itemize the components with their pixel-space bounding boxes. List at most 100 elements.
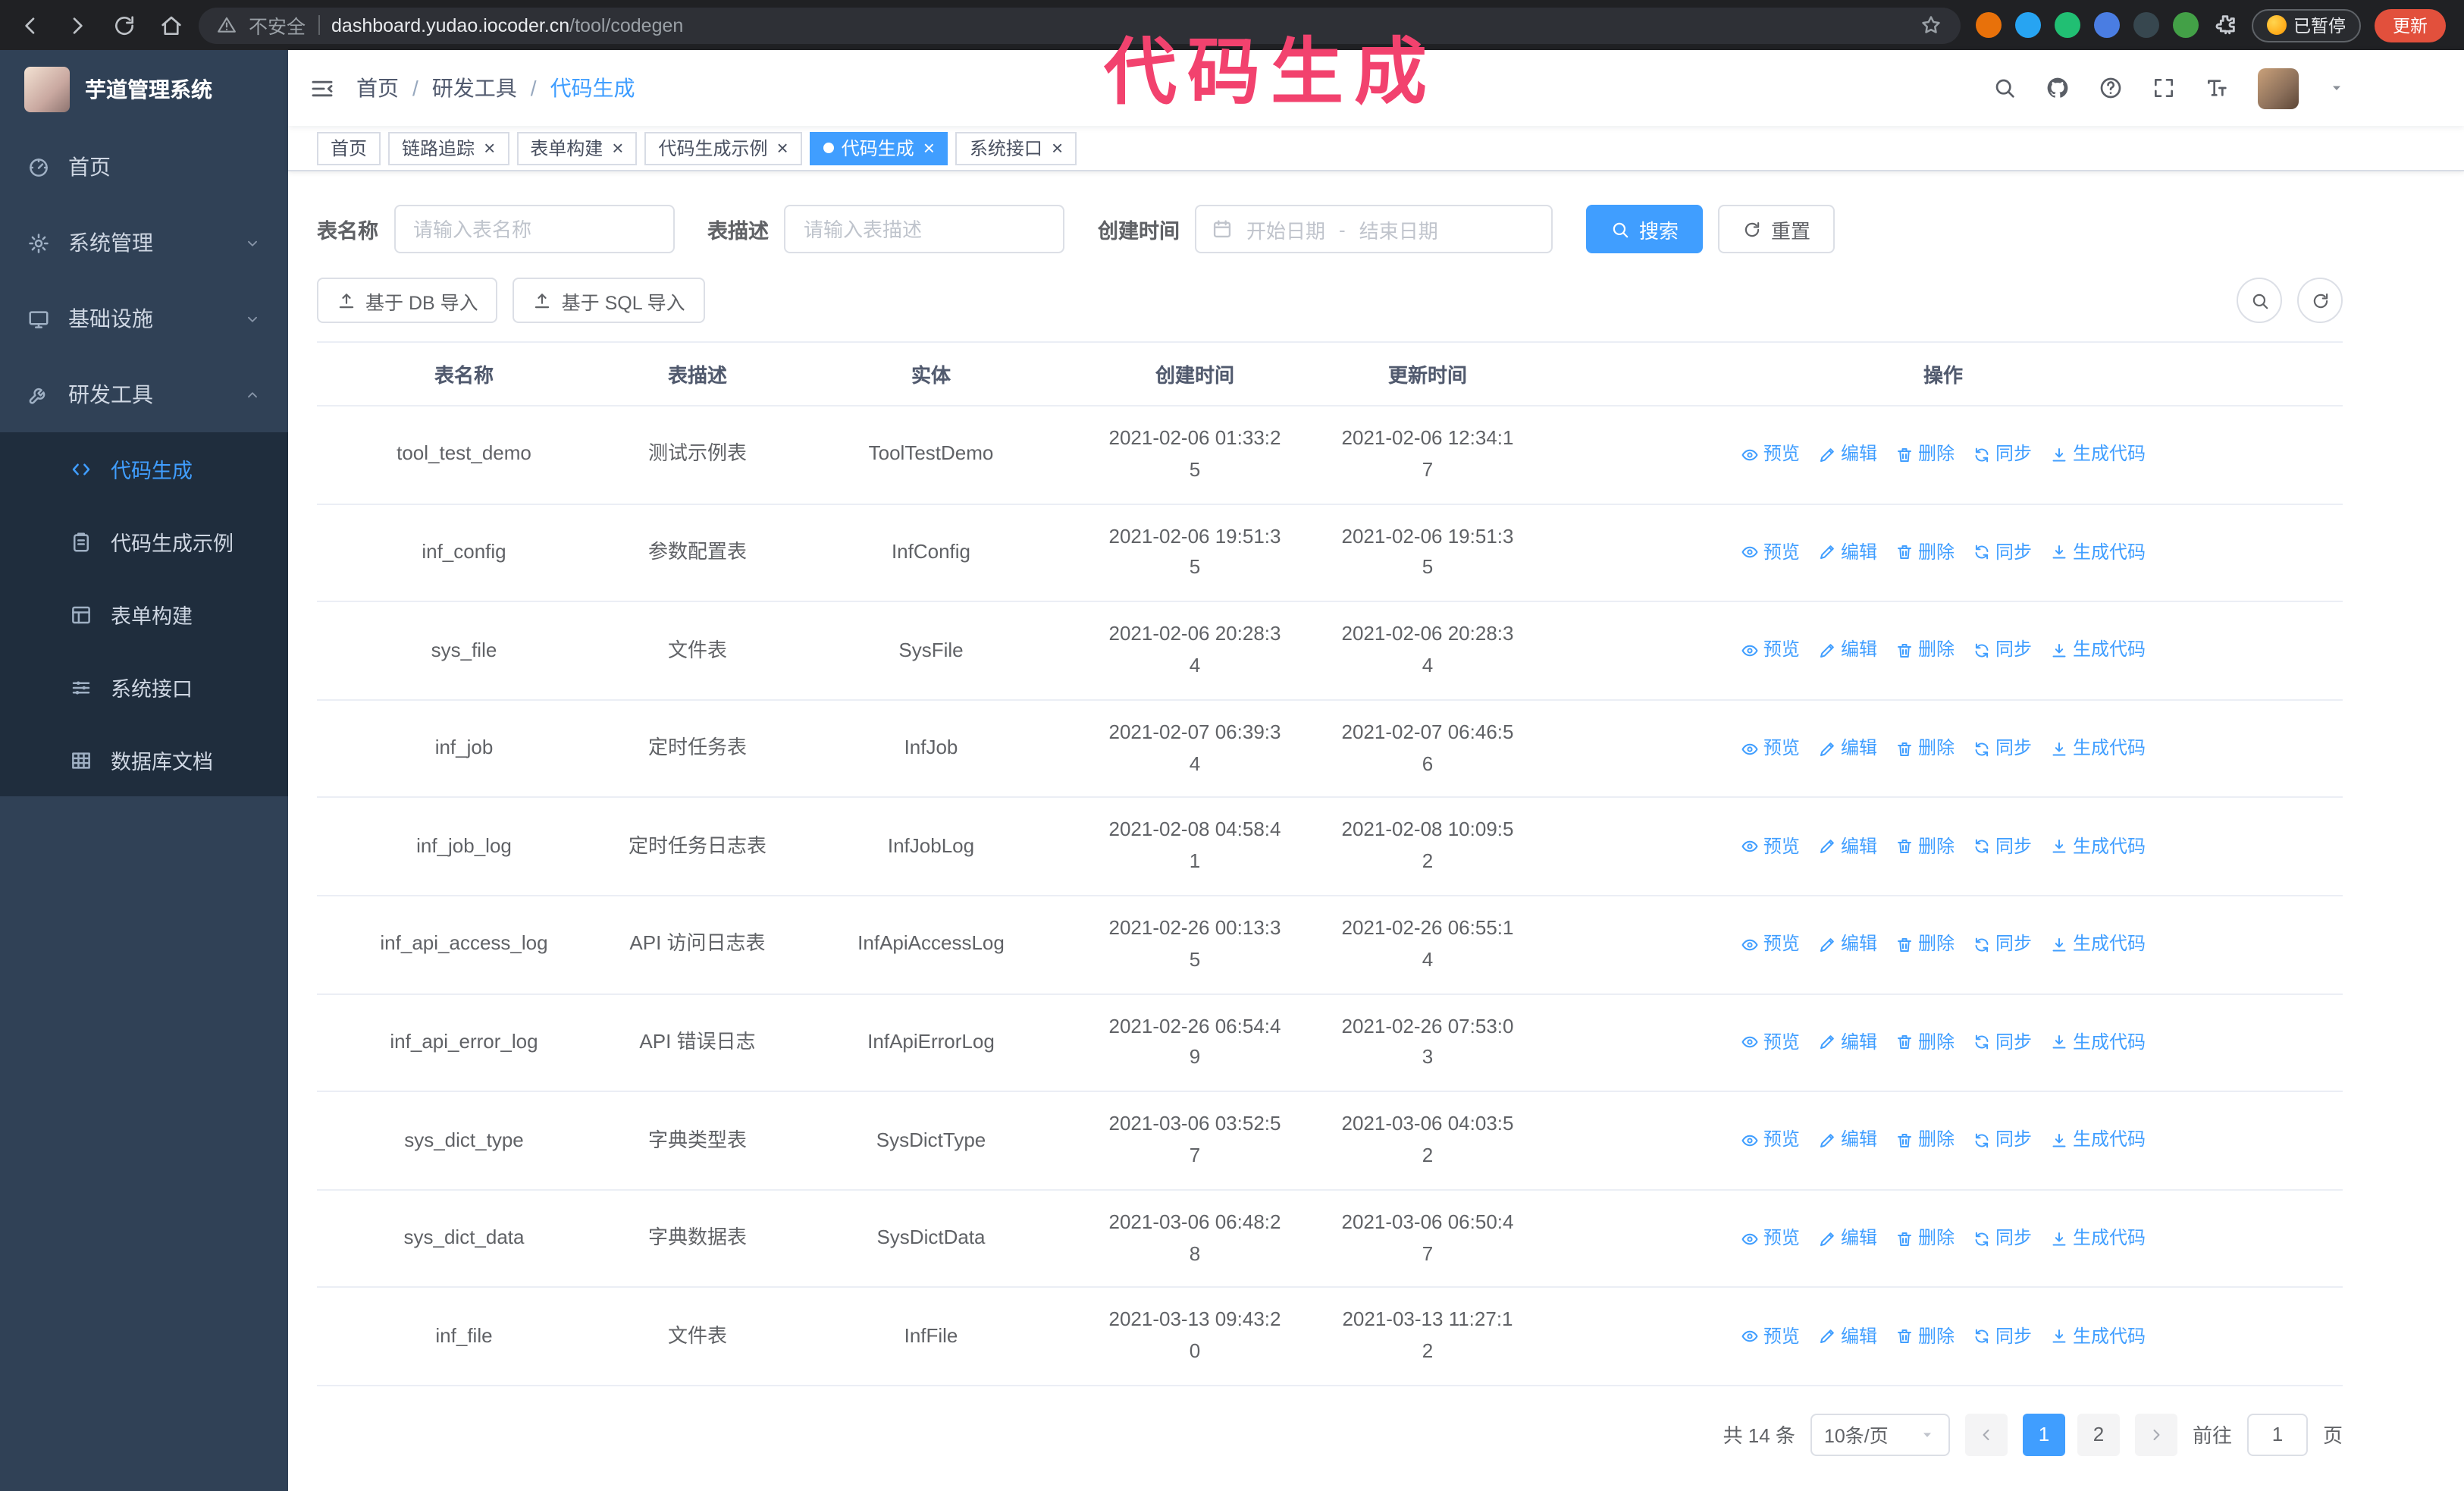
back-icon[interactable]: [18, 13, 42, 37]
generate-code-link[interactable]: 生成代码: [2050, 1322, 2146, 1351]
sync-link[interactable]: 同步: [1973, 538, 2032, 567]
refresh-table-button[interactable]: [2297, 278, 2343, 323]
check-extension-icon[interactable]: [2054, 12, 2080, 38]
next-page-button[interactable]: [2134, 1413, 2177, 1456]
edit-link[interactable]: 编辑: [1818, 440, 1877, 469]
prev-page-button[interactable]: [1964, 1413, 2008, 1456]
font-size-icon[interactable]: [2205, 76, 2229, 100]
sidebar-item-home[interactable]: 首页: [0, 129, 288, 205]
delete-link[interactable]: 删除: [1895, 538, 1955, 567]
search-button[interactable]: 搜索: [1586, 205, 1704, 253]
toggle-search-button[interactable]: [2237, 278, 2282, 323]
tag-表单构建[interactable]: 表单构建 ×: [516, 131, 638, 165]
tag-系统接口[interactable]: 系统接口 ×: [955, 131, 1077, 165]
generate-code-link[interactable]: 生成代码: [2050, 636, 2146, 665]
security-warning-icon[interactable]: [217, 15, 237, 35]
delete-link[interactable]: 删除: [1895, 636, 1955, 665]
user-avatar[interactable]: [2258, 67, 2299, 108]
preview-link[interactable]: 预览: [1741, 1028, 1800, 1057]
close-icon[interactable]: ×: [612, 138, 623, 158]
delete-link[interactable]: 删除: [1895, 930, 1955, 959]
sync-link[interactable]: 同步: [1973, 1028, 2032, 1057]
preview-link[interactable]: 预览: [1741, 440, 1800, 469]
generate-code-link[interactable]: 生成代码: [2050, 538, 2146, 567]
delete-link[interactable]: 删除: [1895, 1028, 1955, 1057]
edit-link[interactable]: 编辑: [1818, 734, 1877, 763]
import-db-button[interactable]: 基于 DB 导入: [317, 278, 498, 323]
sidebar-item-form-builder[interactable]: 表单构建: [0, 578, 288, 651]
generate-code-link[interactable]: 生成代码: [2050, 1126, 2146, 1155]
github-icon[interactable]: [2045, 76, 2070, 100]
reset-button[interactable]: 重置: [1718, 205, 1835, 253]
sync-link[interactable]: 同步: [1973, 1224, 2032, 1253]
edit-link[interactable]: 编辑: [1818, 1224, 1877, 1253]
preview-link[interactable]: 预览: [1741, 538, 1800, 567]
generate-code-link[interactable]: 生成代码: [2050, 440, 2146, 469]
camera-extension-icon[interactable]: [2133, 12, 2158, 38]
user-dropdown-caret-icon[interactable]: [2328, 79, 2346, 97]
drop-extension-icon[interactable]: [2014, 12, 2040, 38]
preview-link[interactable]: 预览: [1741, 734, 1800, 763]
forward-icon[interactable]: [65, 13, 89, 37]
tag-链路追踪[interactable]: 链路追踪 ×: [388, 131, 509, 165]
reload-icon[interactable]: [112, 13, 136, 37]
update-button[interactable]: 更新: [2375, 8, 2446, 42]
preview-link[interactable]: 预览: [1741, 636, 1800, 665]
sidebar-item-infra[interactable]: 基础设施: [0, 281, 288, 356]
sidebar-item-codegen[interactable]: 代码生成: [0, 432, 288, 505]
generate-code-link[interactable]: 生成代码: [2050, 832, 2146, 861]
fullscreen-icon[interactable]: [2152, 76, 2176, 100]
delete-link[interactable]: 删除: [1895, 1224, 1955, 1253]
preview-link[interactable]: 预览: [1741, 1224, 1800, 1253]
preview-link[interactable]: 预览: [1741, 1322, 1800, 1351]
sync-link[interactable]: 同步: [1973, 734, 2032, 763]
tag-代码生成示例[interactable]: 代码生成示例 ×: [644, 131, 802, 165]
fox-extension-icon[interactable]: [1975, 12, 2001, 38]
close-icon[interactable]: ×: [484, 138, 495, 158]
delete-link[interactable]: 删除: [1895, 832, 1955, 861]
table-desc-input[interactable]: [784, 205, 1064, 253]
edit-link[interactable]: 编辑: [1818, 1126, 1877, 1155]
preview-link[interactable]: 预览: [1741, 930, 1800, 959]
sync-link[interactable]: 同步: [1973, 1322, 2032, 1351]
tag-首页[interactable]: 首页: [317, 131, 381, 165]
address-bar[interactable]: 不安全 dashboard.yudao.iocoder.cn/tool/code…: [199, 7, 1960, 43]
help-icon[interactable]: [2099, 76, 2123, 100]
app-logo[interactable]: 芋道管理系统: [0, 50, 288, 129]
sync-link[interactable]: 同步: [1973, 832, 2032, 861]
delete-link[interactable]: 删除: [1895, 734, 1955, 763]
close-icon[interactable]: ×: [1052, 138, 1063, 158]
import-sql-button[interactable]: 基于 SQL 导入: [513, 278, 705, 323]
delete-link[interactable]: 删除: [1895, 440, 1955, 469]
delete-link[interactable]: 删除: [1895, 1126, 1955, 1155]
preview-link[interactable]: 预览: [1741, 1126, 1800, 1155]
close-icon[interactable]: ×: [923, 138, 935, 158]
bookmark-star-icon[interactable]: [1919, 14, 1942, 36]
edit-link[interactable]: 编辑: [1818, 1322, 1877, 1351]
sidebar-item-codegen-example[interactable]: 代码生成示例: [0, 505, 288, 578]
generate-code-link[interactable]: 生成代码: [2050, 1028, 2146, 1057]
sync-link[interactable]: 同步: [1973, 1126, 2032, 1155]
sync-link[interactable]: 同步: [1973, 636, 2032, 665]
sidebar-collapse-icon[interactable]: [309, 75, 335, 101]
sidebar-item-devtools[interactable]: 研发工具: [0, 356, 288, 432]
tag-代码生成[interactable]: 代码生成 ×: [809, 131, 948, 165]
edit-link[interactable]: 编辑: [1818, 930, 1877, 959]
paused-badge[interactable]: 已暂停: [2251, 8, 2361, 42]
page-size-select[interactable]: 10条/页: [1810, 1413, 1950, 1456]
breadcrumb-home[interactable]: 首页: [356, 73, 399, 103]
header-search-icon[interactable]: [1992, 76, 2017, 100]
sidebar-item-api[interactable]: 系统接口: [0, 651, 288, 724]
edit-link[interactable]: 编辑: [1818, 1028, 1877, 1057]
table-name-input[interactable]: [393, 205, 674, 253]
page-button-1[interactable]: 1: [2022, 1413, 2065, 1456]
generate-code-link[interactable]: 生成代码: [2050, 734, 2146, 763]
page-button-2[interactable]: 2: [2077, 1413, 2120, 1456]
edit-link[interactable]: 编辑: [1818, 636, 1877, 665]
delete-link[interactable]: 删除: [1895, 1322, 1955, 1351]
edit-link[interactable]: 编辑: [1818, 832, 1877, 861]
leaf-extension-icon[interactable]: [2172, 12, 2198, 38]
edit-link[interactable]: 编辑: [1818, 538, 1877, 567]
puzzle-extension-icon[interactable]: [2212, 12, 2237, 38]
create-time-range-picker[interactable]: 开始日期 - 结束日期: [1195, 205, 1553, 253]
